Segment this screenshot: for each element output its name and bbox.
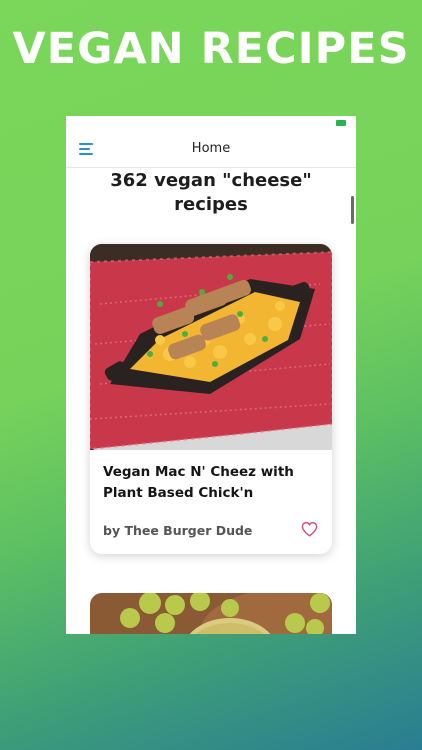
promo-title: VEGAN RECIPES [12, 24, 410, 74]
recipe-list[interactable]: 362 vegan "cheese" recipes Vegan Mac N' … [66, 169, 356, 634]
recipe-card[interactable]: Vegan Mac N' Cheez with Plant Based Chic… [90, 244, 332, 554]
recipe-author: by Thee Burger Dude [103, 523, 253, 538]
recipe-card[interactable] [90, 593, 332, 634]
results-heading: 362 vegan "cheese" recipes [110, 170, 312, 215]
phone-screen: Home 362 vegan "cheese" recipes Vegan Ma… [66, 116, 356, 634]
recipe-image [90, 244, 332, 450]
battery-icon [336, 120, 346, 126]
status-bar [66, 116, 356, 130]
page-title: Home [191, 141, 231, 156]
scrollbar[interactable] [351, 196, 354, 224]
recipe-title: Vegan Mac N' Cheez with Plant Based Chic… [103, 464, 294, 501]
heart-outline-icon[interactable] [301, 521, 318, 537]
recipe-image [90, 593, 332, 634]
top-app-bar: Home [66, 130, 356, 168]
